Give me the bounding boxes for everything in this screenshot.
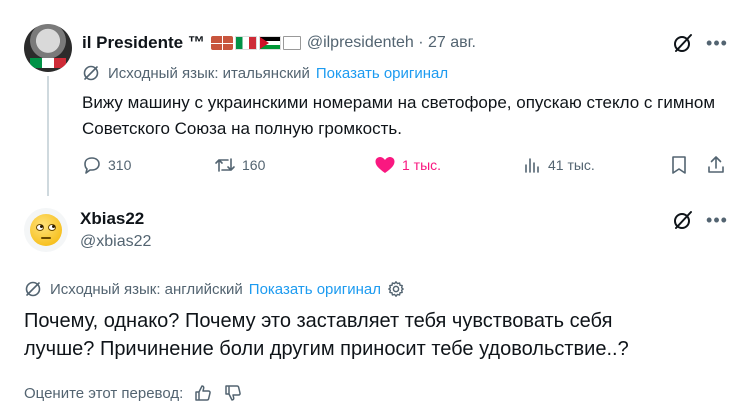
rolling-eyes-emoji <box>30 214 62 246</box>
analytics-icon <box>525 158 539 173</box>
action-bar: 310 160 1 тыс. 41 тыс. <box>82 152 732 178</box>
grok-icon[interactable] <box>672 209 694 231</box>
avatar[interactable] <box>24 208 68 252</box>
brick-emoji <box>210 36 233 50</box>
tweet-text-line-1: Почему, однако? Почему это заставляет те… <box>24 310 613 332</box>
thumbs-down-icon[interactable] <box>223 383 243 403</box>
translation-row: Исходный язык: итальянский Показать ориг… <box>82 64 448 82</box>
tweet-reply: Xbias22 @xbias22 ••• Исходный язык: англ… <box>0 196 736 413</box>
heart-icon <box>375 157 395 173</box>
view-count: 41 тыс. <box>548 157 595 173</box>
palestine-flag-emoji <box>258 36 281 50</box>
tweet-text-line-2: лучше? Причинение боли другим приносит т… <box>24 338 629 360</box>
more-options-icon[interactable]: ••• <box>706 209 728 231</box>
avatar[interactable] <box>24 24 72 72</box>
repost-icon <box>215 158 235 172</box>
reply-count: 310 <box>108 157 132 173</box>
tweet-text: Вижу машину с украинскими номерами на св… <box>82 93 716 138</box>
tweet-original: il Presidente ™ @ilpresidenteh · 27 авг.… <box>0 0 736 196</box>
source-language-label: Исходный язык: английский <box>50 280 243 298</box>
share-button[interactable] <box>706 152 726 178</box>
grok-icon[interactable] <box>672 32 694 54</box>
rate-translation-label: Оцените этот перевод: <box>24 384 184 402</box>
settings-gear-icon[interactable] <box>387 280 405 298</box>
translate-icon <box>25 281 41 297</box>
show-original-link[interactable]: Показать оригинал <box>316 65 448 82</box>
more-options-icon[interactable]: ••• <box>706 32 728 54</box>
source-language-label: Исходный язык: итальянский <box>108 64 310 82</box>
bookmark-button[interactable] <box>670 152 688 178</box>
display-name[interactable]: Xbias22 <box>80 209 144 229</box>
translate-icon <box>83 65 99 81</box>
handle[interactable]: @xbias22 <box>80 233 151 251</box>
display-name[interactable]: il Presidente ™ <box>82 33 205 53</box>
white-flag-emoji <box>282 36 301 50</box>
repost-button[interactable]: 160 <box>214 152 265 178</box>
views-button[interactable]: 41 тыс. <box>522 152 595 178</box>
share-icon <box>708 156 724 173</box>
tweet-header: il Presidente ™ @ilpresidenteh · 27 авг. <box>82 32 476 54</box>
avatar-flag <box>30 58 66 68</box>
reply-icon <box>84 157 100 174</box>
like-count: 1 тыс. <box>402 157 442 173</box>
tweet-text: Почему, однако? Почему это заставляет те… <box>24 307 724 363</box>
bookmark-icon <box>672 156 686 174</box>
like-button[interactable]: 1 тыс. <box>374 152 441 178</box>
italy-flag-emoji <box>234 36 257 50</box>
name-emojis <box>210 36 301 50</box>
thread-line <box>47 76 49 196</box>
translation-row: Исходный язык: английский Показать ориги… <box>24 280 405 298</box>
show-original-link[interactable]: Показать оригинал <box>249 281 381 298</box>
handle-and-date[interactable]: @ilpresidenteh · 27 авг. <box>307 34 476 52</box>
thumbs-up-icon[interactable] <box>193 383 213 403</box>
reply-button[interactable]: 310 <box>82 152 131 178</box>
rate-translation-row: Оцените этот перевод: <box>24 383 243 403</box>
repost-count: 160 <box>242 157 266 173</box>
